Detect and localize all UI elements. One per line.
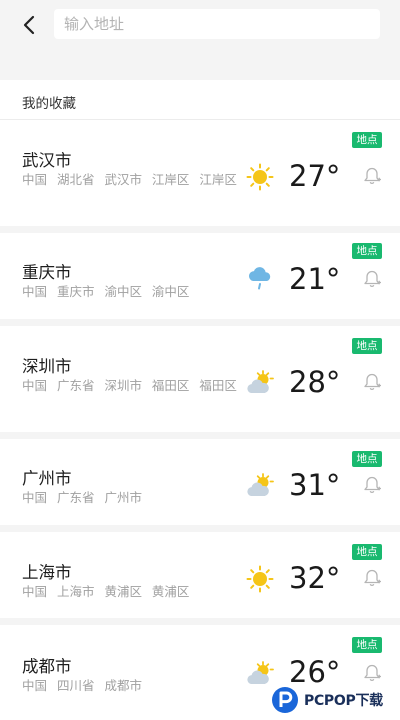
city-address: 中国 广东省 广州市 [22, 490, 142, 505]
partly-cloudy-icon [247, 473, 274, 496]
city-card-guangzhou[interactable]: 地点 广州市 中国 广东省 广州市 31° [0, 439, 400, 532]
bell-add-icon[interactable] [362, 269, 382, 289]
section-title: 我的收藏 [22, 96, 76, 112]
bell-add-icon[interactable] [362, 663, 382, 683]
bell-add-icon[interactable] [362, 372, 382, 392]
location-badge: 地点 [352, 132, 382, 148]
top-bar [0, 0, 400, 80]
city-card-shanghai[interactable]: 地点 上海市 中国 上海市 黄浦区 黄浦区 32° [0, 532, 400, 625]
temperature: 28° [289, 365, 341, 399]
bell-add-icon[interactable] [362, 568, 382, 588]
location-badge: 地点 [352, 637, 382, 653]
card-separator [0, 525, 400, 532]
watermark-text: PCPOP下载 [304, 693, 383, 709]
card-separator [0, 319, 400, 326]
sun-icon [246, 163, 274, 191]
rain-cloud-icon [248, 267, 271, 290]
city-card-wuhan[interactable]: 地点 武汉市 中国 湖北省 武汉市 江岸区 江岸区 27° [0, 120, 400, 233]
sun-icon [246, 565, 274, 593]
city-address: 中国 广东省 深圳市 福田区 福田区 [22, 378, 237, 393]
chevron-left-icon [23, 15, 35, 35]
city-address: 中国 湖北省 武汉市 江岸区 江岸区 [22, 172, 237, 187]
temperature: 32° [289, 561, 341, 595]
pcpop-logo-icon [272, 687, 298, 713]
partly-cloudy-icon [247, 370, 274, 393]
back-button[interactable] [14, 10, 44, 40]
city-name: 上海市 [22, 563, 72, 582]
location-badge: 地点 [352, 338, 382, 354]
card-separator [0, 432, 400, 439]
card-separator [0, 226, 400, 233]
city-name: 成都市 [22, 657, 72, 676]
city-address: 中国 上海市 黄浦区 黄浦区 [22, 584, 190, 599]
temperature: 21° [289, 262, 341, 296]
card-separator [0, 618, 400, 625]
city-card-shenzhen[interactable]: 地点 深圳市 中国 广东省 深圳市 福田区 福田区 28° [0, 326, 400, 439]
city-card-chongqing[interactable]: 地点 重庆市 中国 重庆市 渝中区 渝中区 21° [0, 233, 400, 326]
location-badge: 地点 [352, 243, 382, 259]
city-name: 深圳市 [22, 357, 72, 376]
location-badge: 地点 [352, 544, 382, 560]
city-name: 广州市 [22, 469, 72, 488]
pcpop-watermark: PCPOP下载 [270, 683, 396, 717]
city-name: 重庆市 [22, 263, 72, 282]
city-address: 中国 四川省 成都市 [22, 678, 142, 693]
search-box[interactable] [54, 9, 380, 39]
favorites-section: 我的收藏 地点 武汉市 中国 湖北省 武汉市 江岸区 江岸区 27° 地点 重庆… [0, 80, 400, 720]
bell-add-icon[interactable] [362, 166, 382, 186]
temperature: 31° [289, 468, 341, 502]
address-search-input[interactable] [64, 15, 380, 33]
bell-add-icon[interactable] [362, 475, 382, 495]
temperature: 27° [289, 159, 341, 193]
city-address: 中国 重庆市 渝中区 渝中区 [22, 284, 190, 299]
location-badge: 地点 [352, 451, 382, 467]
city-name: 武汉市 [22, 151, 72, 170]
